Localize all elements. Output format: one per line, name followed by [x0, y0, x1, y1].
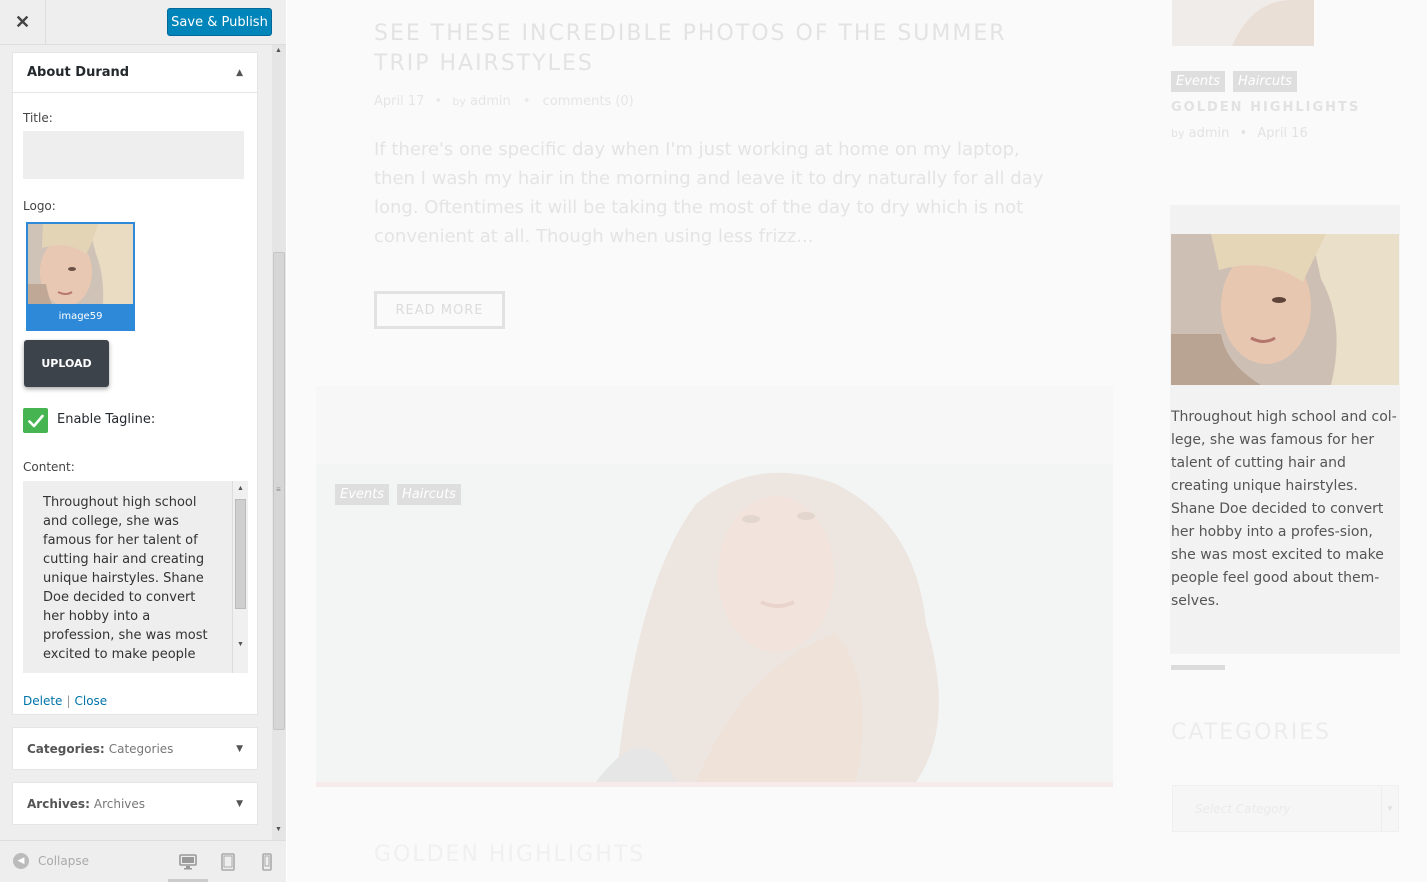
sidebar-scrollbar[interactable]: ▲ ≡ ▼ — [272, 45, 286, 840]
category-select[interactable]: Select Category ▼ — [1172, 785, 1399, 832]
sidebar-scrollbar-thumb[interactable]: ≡ — [273, 252, 285, 730]
collapse-label: Collapse — [38, 854, 89, 868]
delete-link[interactable]: Delete — [23, 694, 62, 708]
checkmark-icon — [27, 414, 44, 427]
featured-image[interactable]: Events Haircuts — [316, 464, 1113, 782]
logo-thumbnail[interactable]: image59 — [26, 222, 135, 331]
tag-haircuts[interactable]: Haircuts — [397, 484, 461, 505]
read-more-button[interactable]: READ MORE — [374, 291, 505, 329]
post-date: April 17 — [374, 94, 425, 109]
save-publish-button[interactable]: Save & Publish — [167, 8, 272, 36]
about-bar — [1171, 665, 1225, 670]
rc-date: April 16 — [1257, 126, 1308, 141]
content-textarea[interactable]: Throughout high school and college, she … — [23, 481, 248, 673]
tag-events[interactable]: Events — [335, 484, 390, 505]
about-photo — [1171, 234, 1399, 385]
scroll-down-icon[interactable]: ▼ — [237, 641, 244, 648]
about-text: Throughout high school and col-lege, she… — [1171, 409, 1397, 609]
mobile-icon[interactable] — [258, 853, 276, 871]
recent-post-thumbnail[interactable] — [1172, 0, 1314, 46]
post-comments[interactable]: comments (0) — [543, 94, 634, 109]
logo-filename: image59 — [28, 304, 133, 329]
rc-author[interactable]: admin — [1189, 126, 1230, 141]
customizer-sidebar: ✕ Save & Publish About Durand ▲ Title: L… — [0, 0, 286, 882]
close-customizer-button[interactable]: ✕ — [0, 0, 46, 45]
category-select-placeholder: Select Category — [1195, 802, 1291, 816]
content-text: Throughout high school and college, she … — [43, 495, 208, 662]
widget-about: About Durand ▲ Title: Logo: image59 UPLO… — [12, 52, 258, 715]
widget-archives-name: Archives: — [27, 796, 90, 811]
categories-title: CATEGORIES — [1171, 720, 1332, 745]
desktop-icon[interactable] — [179, 853, 197, 871]
enable-tagline-checkbox[interactable] — [23, 408, 48, 433]
expand-arrow-icon[interactable]: ▼ — [236, 799, 243, 809]
widget-categories-value: Categories — [108, 741, 174, 756]
post-title[interactable]: SEE THESE INCREDIBLE PHOTOS OF THE SUMME… — [374, 19, 1054, 79]
expand-arrow-icon[interactable]: ▼ — [236, 744, 243, 754]
grip-icon: ≡ — [276, 485, 281, 494]
logo-label: Logo: — [23, 199, 56, 213]
content-scrollbar[interactable]: ▲ ▼ — [232, 481, 248, 673]
recent-post-title[interactable]: GOLDEN HIGHLIGHTS — [1171, 100, 1360, 115]
recent-post-meta: by admin • April 16 — [1171, 126, 1308, 141]
meta-dot-icon: • — [434, 94, 443, 109]
title-label: Title: — [23, 111, 53, 125]
widget-categories[interactable]: Categories: Categories ▼ — [12, 727, 258, 770]
scroll-up-icon[interactable]: ▲ — [275, 47, 282, 54]
about-widget-preview: Throughout high school and col-lege, she… — [1170, 205, 1400, 654]
collapse-button[interactable]: ◀ Collapse — [13, 853, 89, 869]
next-post-title[interactable]: GOLDEN HIGHLIGHTS — [374, 842, 645, 867]
customizer-footer: ◀ Collapse — [0, 840, 286, 882]
post-meta: April 17 • by admin • comments (0) — [374, 94, 634, 109]
tablet-icon[interactable] — [219, 853, 237, 871]
link-separator: | — [66, 694, 71, 708]
scroll-down-icon[interactable]: ▼ — [275, 826, 282, 833]
widget-categories-name: Categories: — [27, 741, 105, 756]
about-logo-image — [1171, 234, 1399, 385]
content-scrollbar-thumb[interactable] — [235, 499, 246, 609]
widget-about-header[interactable]: About Durand ▲ — [13, 53, 257, 93]
hero-photo — [316, 464, 1113, 782]
content-label: Content: — [23, 460, 75, 474]
site-preview: SEE THESE INCREDIBLE PHOTOS OF THE SUMME… — [287, 0, 1427, 882]
rc-tag-events[interactable]: Events — [1171, 71, 1226, 92]
meta-dot-icon: • — [522, 94, 531, 109]
title-input[interactable] — [23, 131, 244, 179]
rc-by: by — [1171, 127, 1185, 140]
meta-dot-icon: • — [1239, 126, 1248, 141]
scroll-up-icon[interactable]: ▲ — [237, 485, 244, 492]
enable-tagline-label: Enable Tagline: — [57, 412, 156, 427]
widget-archives[interactable]: Archives: Archives ▼ — [12, 782, 258, 825]
widget-about-title: About Durand — [27, 65, 130, 80]
post-author[interactable]: admin — [470, 94, 511, 109]
customizer-header: ✕ Save & Publish — [0, 0, 286, 45]
widget-archives-value: Archives — [93, 796, 146, 811]
post-excerpt: If there's one specific day when I'm jus… — [374, 139, 1044, 247]
upload-button[interactable]: UPLOAD — [24, 340, 109, 387]
widget-actions: Delete | Close — [23, 694, 107, 708]
rc-tag-haircuts[interactable]: Haircuts — [1233, 71, 1297, 92]
widget-list: About Durand ▲ Title: Logo: image59 UPLO… — [0, 45, 286, 840]
close-link[interactable]: Close — [74, 694, 107, 708]
thumbnail-photo — [1172, 0, 1314, 46]
collapse-arrow-icon[interactable]: ▲ — [236, 68, 243, 78]
collapse-arrow-icon: ◀ — [13, 853, 29, 869]
section-band — [316, 386, 1113, 464]
hero-underline — [316, 782, 1113, 787]
chevron-down-icon: ▼ — [1381, 786, 1398, 831]
post-by: by — [452, 95, 466, 108]
